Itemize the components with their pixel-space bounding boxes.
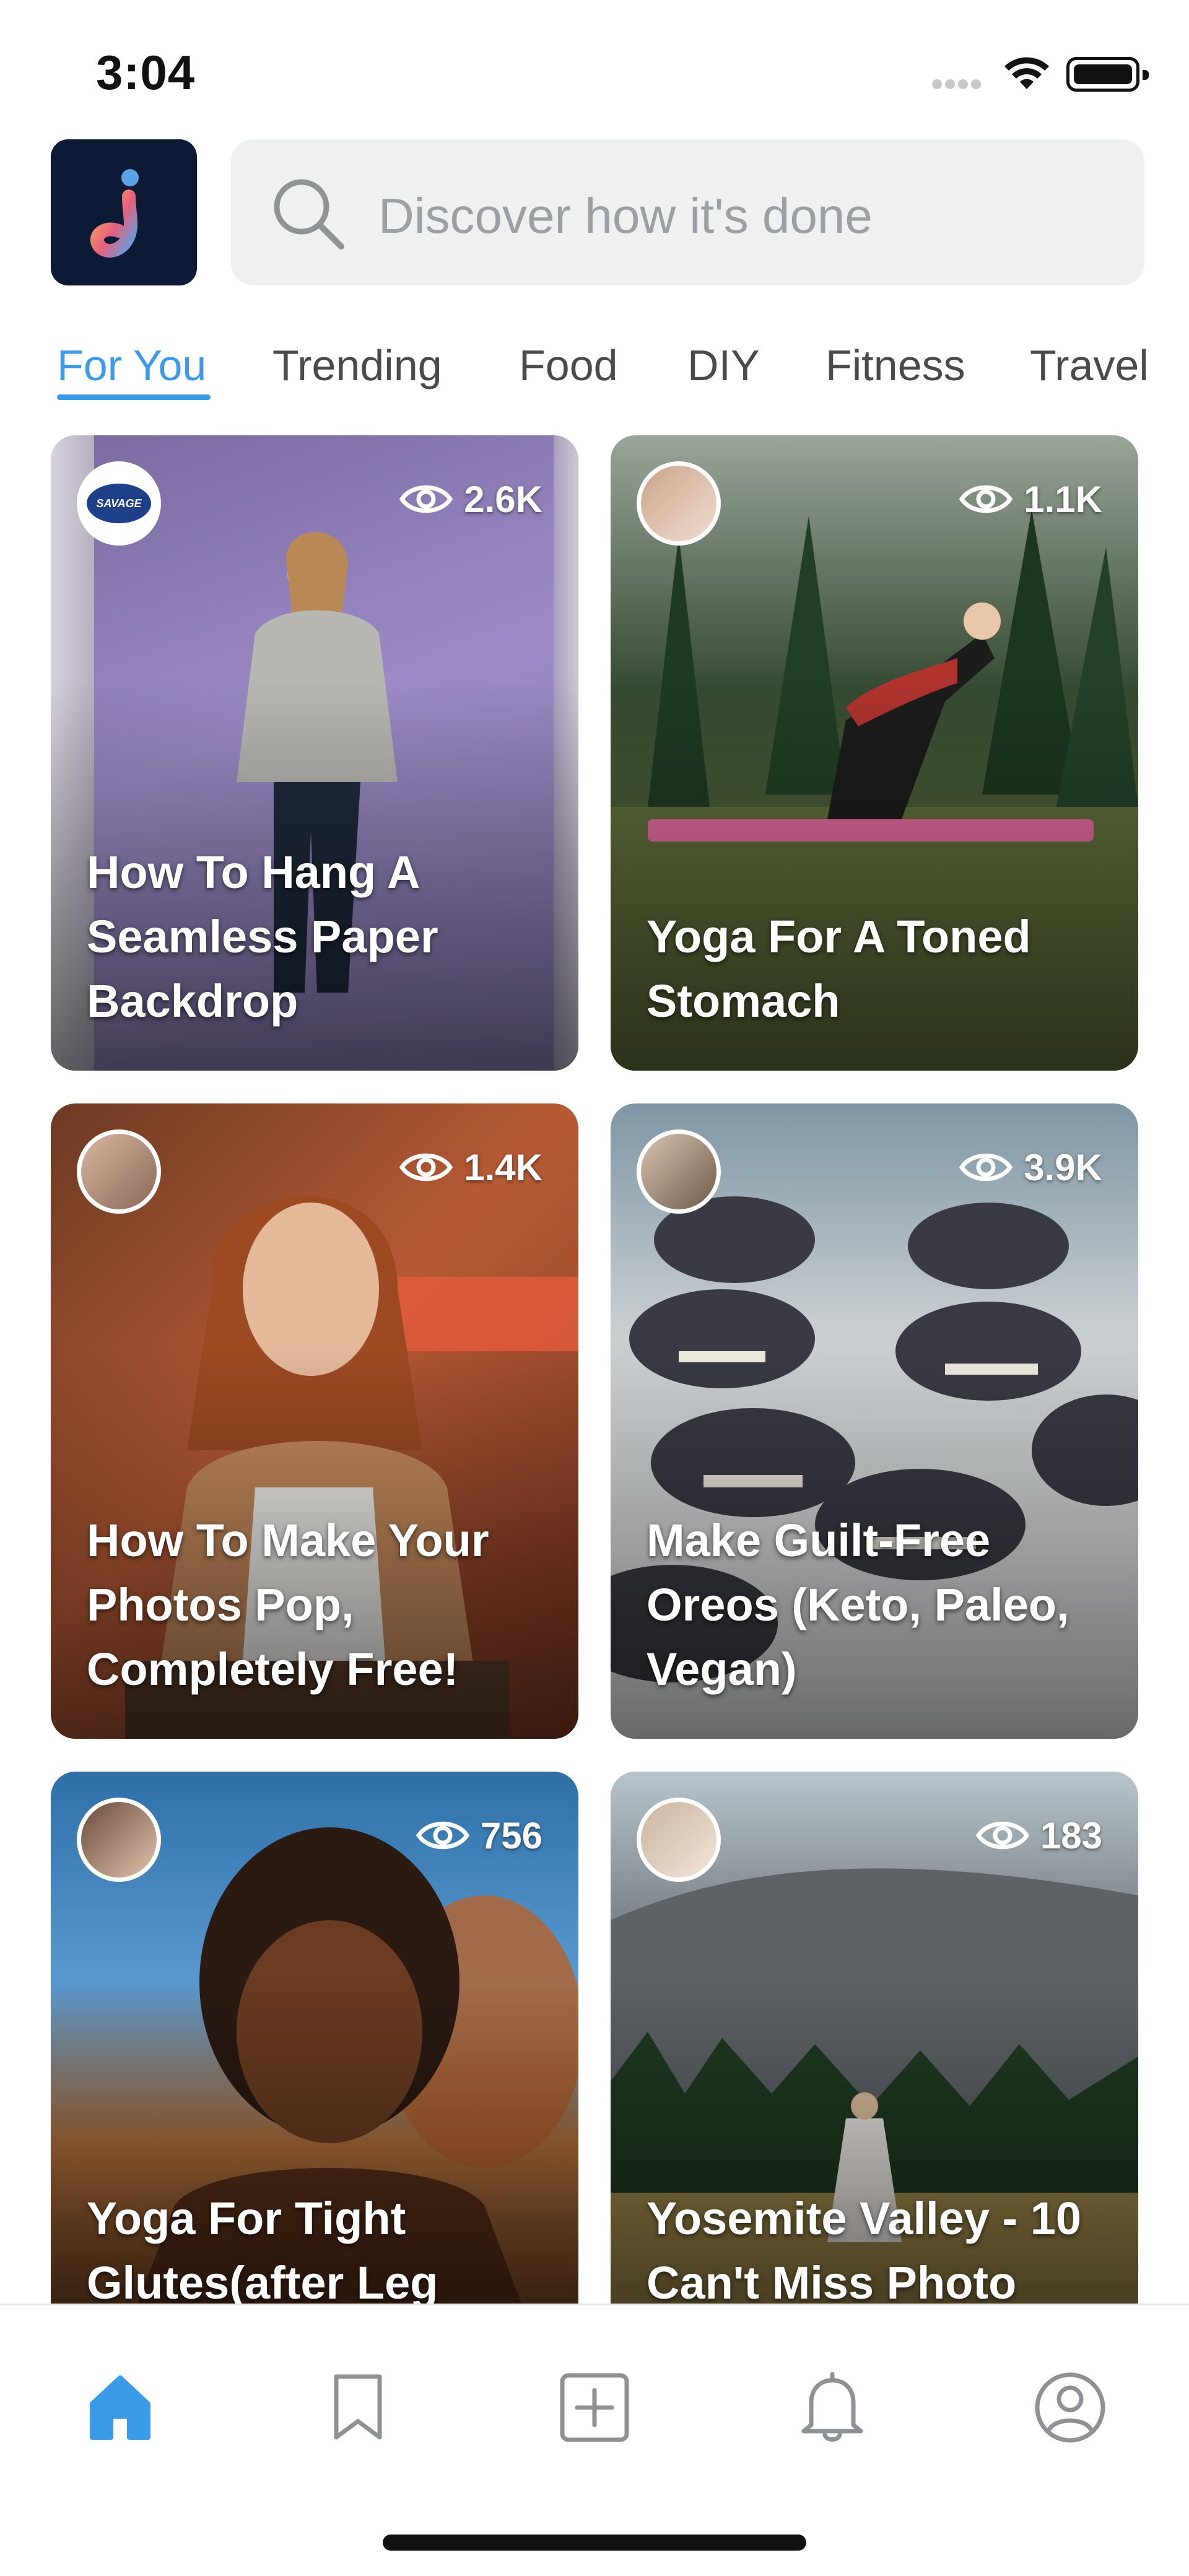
view-count: 183: [975, 1814, 1102, 1857]
status-time: 3:04: [96, 45, 196, 100]
view-count: 1.1K: [959, 477, 1102, 521]
video-card[interactable]: 756 Yoga For Tight Glutes(after Leg: [51, 1772, 578, 2304]
creator-avatar[interactable]: [77, 1798, 161, 1882]
video-card[interactable]: 3.9K Make Guilt-Free Oreos (Keto, Paleo,…: [611, 1103, 1138, 1739]
video-card[interactable]: SAVAGE 2.6K How To Hang A Seamless Paper…: [51, 435, 578, 1071]
view-count-text: 1.1K: [1024, 478, 1102, 520]
card-title: How To Hang A Seamless Paper Backdrop: [87, 846, 438, 1027]
home-indicator[interactable]: [383, 2535, 806, 2551]
card-title: Yoga For Tight Glutes(after Leg: [87, 2193, 438, 2304]
wifi-icon: [1004, 57, 1049, 89]
signal-icon: [932, 79, 986, 89]
bottom-nav: [0, 2304, 1189, 2576]
eye-icon: [975, 1821, 1029, 1850]
battery-icon: [1066, 57, 1149, 92]
view-count: 1.4K: [399, 1146, 542, 1189]
view-count-text: 1.4K: [464, 1146, 542, 1188]
video-card[interactable]: 1.4K How To Make Your Photos Pop, Comple…: [51, 1103, 578, 1739]
view-count: 756: [416, 1814, 542, 1857]
search-placeholder: Discover how it's done: [378, 188, 873, 243]
nav-notifications[interactable]: [789, 2364, 876, 2451]
tab-diy[interactable]: DIY: [687, 341, 760, 390]
active-tab-indicator: [57, 394, 211, 400]
nav-saved[interactable]: [315, 2364, 401, 2451]
card-title: How To Make Your Photos Pop, Completely …: [87, 1515, 489, 1695]
view-count-text: 183: [1040, 1814, 1102, 1856]
creator-avatar[interactable]: [637, 461, 721, 546]
tab-food[interactable]: Food: [519, 341, 618, 390]
nav-profile[interactable]: [1027, 2364, 1113, 2451]
home-icon: [90, 2375, 150, 2440]
status-bar: 3:04: [0, 0, 1189, 130]
view-count: 2.6K: [399, 477, 542, 521]
add-icon: [560, 2373, 629, 2442]
app-logo[interactable]: [51, 139, 197, 285]
card-title: Yosemite Valley - 10 Can't Miss Photo: [647, 2193, 1082, 2304]
tab-for-you[interactable]: For You: [57, 341, 206, 390]
search-icon: [274, 179, 344, 250]
bell-icon: [801, 2372, 863, 2442]
video-card[interactable]: 1.1K Yoga For A Toned Stomach: [611, 435, 1138, 1071]
nav-home[interactable]: [77, 2364, 163, 2451]
nav-create[interactable]: [551, 2364, 638, 2451]
creator-avatar[interactable]: [637, 1798, 721, 1882]
creator-avatar[interactable]: [637, 1129, 721, 1214]
profile-icon: [1035, 2372, 1105, 2443]
video-card[interactable]: 183 Yosemite Valley - 10 Can't Miss Phot…: [611, 1772, 1138, 2304]
logo-mark-icon: [90, 169, 139, 258]
view-count: 3.9K: [959, 1146, 1102, 1189]
eye-icon: [959, 485, 1013, 513]
avatar-logo-text: SAVAGE: [87, 484, 151, 523]
tab-trending[interactable]: Trending: [272, 341, 442, 390]
creator-avatar[interactable]: SAVAGE: [77, 461, 161, 546]
eye-icon: [416, 1821, 469, 1850]
search-bar[interactable]: Discover how it's done: [231, 139, 1144, 285]
card-title: Make Guilt-Free Oreos (Keto, Paleo, Vega…: [647, 1515, 1069, 1695]
tab-travel[interactable]: Travel: [1030, 341, 1149, 390]
bookmark-icon: [334, 2374, 382, 2440]
card-title: Yoga For A Toned Stomach: [647, 911, 1031, 1027]
view-count-text: 2.6K: [464, 478, 542, 520]
eye-icon: [959, 1153, 1013, 1181]
view-count-text: 3.9K: [1024, 1146, 1102, 1188]
category-tabs: For You Trending Food DIY Fitness Travel: [0, 334, 1189, 402]
tab-fitness[interactable]: Fitness: [825, 341, 965, 390]
eye-icon: [399, 1153, 453, 1181]
creator-avatar[interactable]: [77, 1129, 161, 1214]
eye-icon: [399, 485, 453, 513]
view-count-text: 756: [480, 1814, 542, 1856]
